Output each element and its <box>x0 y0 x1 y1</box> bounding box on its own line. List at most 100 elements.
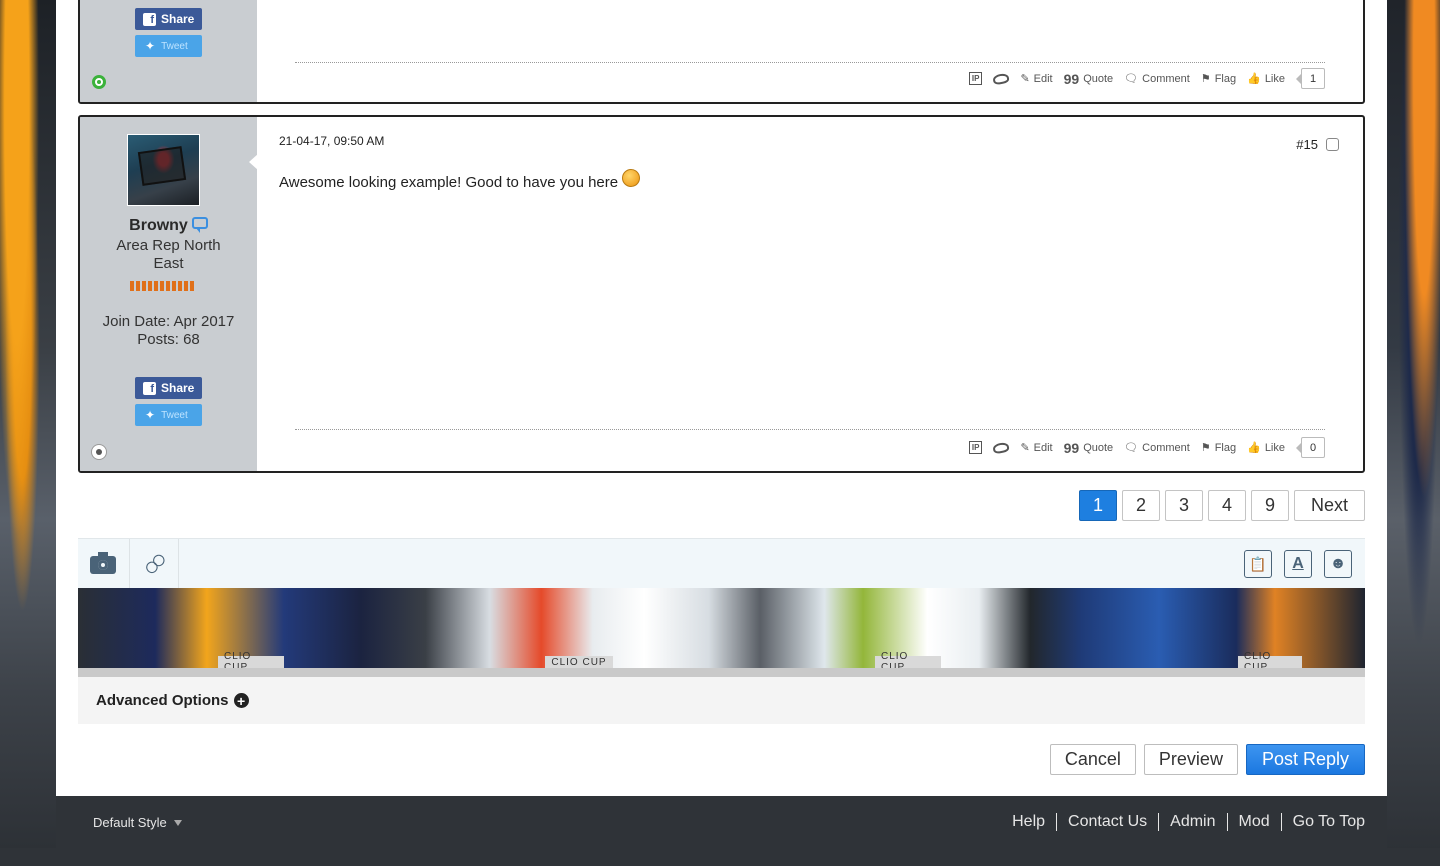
background-right-image <box>1387 0 1440 866</box>
go-to-top-link[interactable]: Go To Top <box>1280 813 1365 831</box>
camera-icon <box>90 552 116 574</box>
insert-image-button[interactable] <box>81 545 125 585</box>
banner-strip <box>78 668 1365 677</box>
plus-circle-icon[interactable]: + <box>233 693 249 708</box>
quote-button[interactable]: 99 Quote <box>1064 71 1114 87</box>
facebook-icon: f <box>143 12 156 26</box>
mod-link[interactable]: Mod <box>1226 813 1281 831</box>
tweet-button[interactable]: ✦ Tweet <box>135 404 202 426</box>
edit-label: Edit <box>1033 72 1053 85</box>
contact-us-link[interactable]: Contact Us <box>1056 813 1158 831</box>
text-format-button[interactable]: A <box>1284 550 1312 578</box>
smiley-emoji-icon <box>622 169 641 187</box>
thumbs-up-icon: 👍 <box>1247 73 1261 85</box>
flag-button[interactable]: ⚑ Flag <box>1200 441 1236 455</box>
post-body: IP ✎ Edit 99 Quote 🗨 Comment ⚑ Flag 👍 Like 1 <box>257 0 1363 102</box>
like-button[interactable]: 👍 Like <box>1247 72 1285 86</box>
offline-status-icon <box>92 445 106 459</box>
comment-button[interactable]: 🗨 Comment <box>1124 441 1190 455</box>
facebook-share-button[interactable]: f Share <box>135 8 202 30</box>
join-date: Join Date: Apr 2017 <box>102 313 235 330</box>
thread-content: f Share ✦ Tweet IP ✎ Edit 99 Quote 🗨 Commen… <box>56 0 1387 796</box>
post-number: #15 <box>1296 137 1339 152</box>
facebook-share-button[interactable]: f Share <box>135 377 202 399</box>
post-message-text: Awesome looking example! Good to have yo… <box>279 173 619 191</box>
page-1-button[interactable]: 1 <box>1079 490 1117 521</box>
infraction-button[interactable] <box>992 441 1011 454</box>
ip-button[interactable]: IP <box>968 72 983 85</box>
background-bottom <box>0 848 1440 866</box>
help-link[interactable]: Help <box>1001 813 1056 831</box>
paste-button[interactable]: 📋 <box>1244 550 1272 578</box>
ip-button[interactable]: IP <box>968 441 983 454</box>
page-3-button[interactable]: 3 <box>1165 490 1203 521</box>
post-divider <box>295 62 1325 63</box>
share-label: Share <box>161 12 195 26</box>
post-number-link[interactable]: #15 <box>1296 137 1318 152</box>
post-reply-button[interactable]: Post Reply <box>1245 744 1365 775</box>
post-previous: f Share ✦ Tweet IP ✎ Edit 99 Quote 🗨 Commen… <box>78 0 1365 104</box>
select-post-checkbox[interactable] <box>1326 138 1339 151</box>
chat-bubble-icon[interactable] <box>191 217 208 233</box>
edit-button[interactable]: ✎ Edit <box>1020 72 1053 86</box>
edit-button[interactable]: ✎ Edit <box>1020 441 1053 455</box>
toolbar-separator <box>178 539 179 589</box>
banner-label: CLIO CUP <box>218 651 284 668</box>
like-count: 0 <box>1296 437 1325 458</box>
admin-link[interactable]: Admin <box>1158 813 1226 831</box>
smilies-button[interactable]: ☻ <box>1324 550 1352 578</box>
editor-banner-image: CLIO CUP CLIO CUP CLIO CUP CLIO CUP <box>78 588 1365 668</box>
user-info-panel: Browny Area Rep North East Join Date: Ap… <box>80 117 258 471</box>
flag-icon: ⚑ <box>1200 442 1211 454</box>
online-status-icon <box>92 75 106 89</box>
banner-label: CLIO CUP <box>1238 651 1302 668</box>
advanced-options-toggle[interactable]: Advanced Options + <box>78 677 1365 724</box>
comment-icon: 🗨 <box>1124 73 1139 85</box>
join-info: Join Date: Apr 2017 Posts: 68 <box>100 313 237 349</box>
next-page-button[interactable]: Next <box>1294 490 1365 521</box>
twitter-icon: ✦ <box>145 39 156 53</box>
infraction-button[interactable] <box>992 72 1011 85</box>
post-body: 21-04-17, 09:50 AM #15 Awesome looking e… <box>257 117 1363 471</box>
username[interactable]: Browny <box>80 217 257 235</box>
like-count: 1 <box>1296 68 1325 89</box>
tweet-button[interactable]: ✦ Tweet <box>135 35 202 57</box>
style-selector-label[interactable]: Default Style <box>93 815 167 830</box>
footer: Default Style Help Contact Us Admin Mod … <box>56 796 1387 848</box>
post-date: 21-04-17, 09:50 AM <box>279 134 385 148</box>
user-info-panel: f Share ✦ Tweet <box>80 0 257 102</box>
comment-button[interactable]: 🗨 Comment <box>1124 72 1190 86</box>
text-format-icon: A <box>1292 555 1304 572</box>
share-label: Share <box>161 381 195 395</box>
facebook-icon: f <box>143 381 156 395</box>
page-4-button[interactable]: 4 <box>1208 490 1246 521</box>
avatar[interactable] <box>127 134 200 206</box>
quote-icon: 99 <box>1063 70 1080 87</box>
insert-link-button[interactable]: ○○ <box>131 545 175 585</box>
quote-button[interactable]: 99 Quote <box>1064 440 1114 456</box>
username-text[interactable]: Browny <box>129 217 188 234</box>
edit-label: Edit <box>1033 441 1053 454</box>
toolbar-separator <box>129 539 130 589</box>
flag-button[interactable]: ⚑ Flag <box>1201 72 1236 86</box>
quote-icon: 99 <box>1063 439 1080 456</box>
ip-icon: IP <box>968 72 983 85</box>
like-button[interactable]: 👍 Like <box>1247 441 1285 455</box>
reputation-bar <box>130 281 196 291</box>
page-9-button[interactable]: 9 <box>1251 490 1289 521</box>
post-15: Browny Area Rep North East Join Date: Ap… <box>78 115 1365 473</box>
banner-label: CLIO CUP <box>545 656 613 668</box>
advanced-options-label[interactable]: Advanced Options <box>96 692 229 709</box>
editor-toolbar: ○○ 📋 A ☻ <box>78 538 1365 589</box>
form-actions: Cancel Preview Post Reply <box>1049 744 1365 775</box>
comment-label: Comment <box>1142 441 1190 454</box>
style-selector[interactable]: Default Style <box>93 815 182 830</box>
infraction-icon <box>992 72 1011 85</box>
post-divider <box>295 429 1325 430</box>
preview-button[interactable]: Preview <box>1143 744 1238 775</box>
link-icon: ○○ <box>135 547 171 583</box>
page-2-button[interactable]: 2 <box>1122 490 1160 521</box>
caret-down-icon[interactable] <box>173 819 182 826</box>
quote-label: Quote <box>1083 72 1114 85</box>
cancel-button[interactable]: Cancel <box>1049 744 1136 775</box>
